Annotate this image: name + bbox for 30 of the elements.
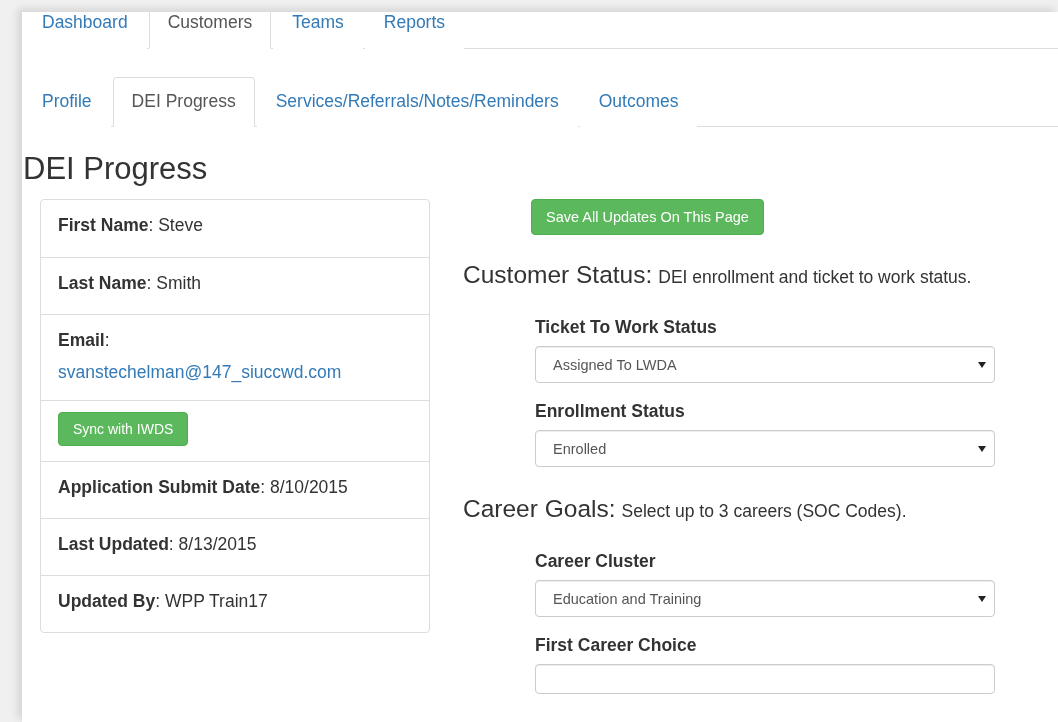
email-link[interactable]: svanstechelman@147_siuccwd.com	[58, 361, 342, 383]
section-title: Customer Status:	[463, 261, 653, 289]
caret-icon	[978, 595, 986, 602]
select-field[interactable]: Education and Training	[535, 580, 995, 617]
page-title: DEI Progress	[23, 151, 208, 187]
field-label: Enrollment Status	[535, 401, 685, 422]
email-label: Email:	[58, 329, 110, 351]
save-button[interactable]: Save All Updates On This Page	[531, 199, 764, 235]
select-field[interactable]	[535, 664, 995, 694]
sync-button[interactable]: Sync with IWDS	[58, 412, 189, 446]
nav-tab[interactable]: Reports	[364, 12, 465, 49]
section-subtitle: Select up to 3 careers (SOC Codes).	[621, 501, 907, 522]
nav-tab[interactable]: Dashboard	[23, 12, 147, 49]
nav-tab[interactable]: Teams	[273, 12, 363, 49]
section-title: Career Goals:	[463, 495, 616, 523]
caret-icon	[978, 445, 986, 452]
section-subtitle: DEI enrollment and ticket to work status.	[658, 267, 972, 288]
field-label: Ticket To Work Status	[535, 317, 717, 338]
field-label: Career Cluster	[535, 551, 656, 572]
profile-field: First Name: Steve	[58, 214, 203, 236]
profile-field: Updated By: WPP Train17	[58, 590, 268, 612]
sub-tab[interactable]: DEI Progress	[112, 77, 255, 127]
profile-field: Application Submit Date: 8/10/2015	[58, 476, 348, 498]
nav-tab[interactable]: Customers	[148, 12, 272, 49]
caret-icon	[978, 361, 986, 368]
field-label: First Career Choice	[535, 635, 697, 656]
profile-field: Last Updated: 8/13/2015	[58, 533, 257, 555]
select-field[interactable]: Enrolled	[535, 430, 995, 467]
select-field[interactable]: Assigned To LWDA	[535, 346, 995, 383]
profile-field: Last Name: Smith	[58, 272, 201, 294]
